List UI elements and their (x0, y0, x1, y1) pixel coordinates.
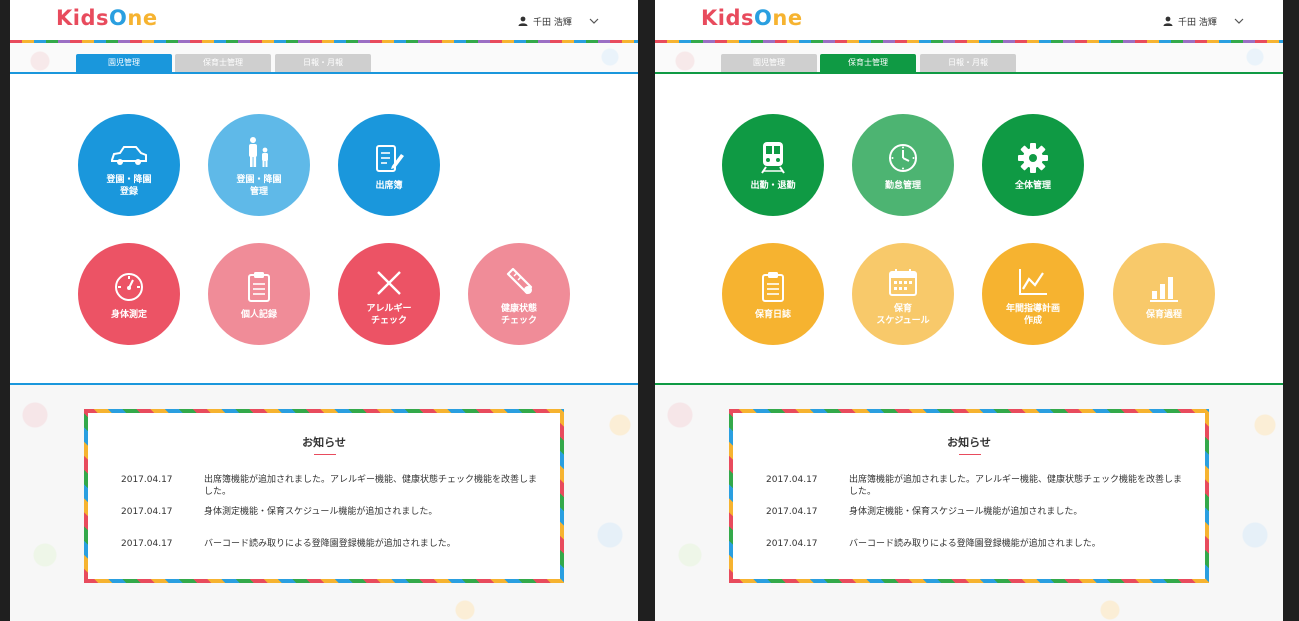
screen-childcare-management: KidsOne 千田 浩輝 園児管理 保育士管理 日報・月報 登園・降園 登録 … (10, 0, 638, 621)
tab-reports[interactable]: 日報・月報 (920, 54, 1016, 72)
news-box: お知らせ 2017.04.17 出席簿機能が追加されました。アレルギー機能、健康… (729, 409, 1209, 583)
news-title: お知らせ (947, 436, 991, 449)
button-label: 身体測定 (110, 310, 147, 320)
button-label: 健康状態 チェック (500, 304, 537, 326)
news-text: 出席簿機能が追加されました。アレルギー機能、健康状態チェック機能を改善しました。 (204, 475, 538, 497)
health-check-button[interactable]: 健康状態 チェック (468, 243, 570, 345)
clipboard-icon (760, 267, 786, 303)
parent-child-icon (244, 132, 274, 168)
car-icon (109, 132, 149, 168)
childcare-schedule-button[interactable]: 保育 スケジュール (852, 243, 954, 345)
button-label: 出勤・退勤 (750, 181, 796, 191)
news-text: バーコード読み取りによる登降園登録機能が追加されました。 (204, 539, 456, 549)
news-title-underline (959, 454, 981, 455)
cross-icon (375, 261, 403, 297)
news-title: お知らせ (302, 436, 346, 449)
news-date: 2017.04.17 (766, 539, 818, 549)
kidsone-logo[interactable]: KidsOne (56, 6, 158, 30)
news-text: 身体測定機能・保育スケジュール機能が追加されました。 (204, 507, 438, 517)
news-text: 出席簿機能が追加されました。アレルギー機能、健康状態チェック機能を改善しました。 (849, 475, 1183, 497)
clock-in-out-button[interactable]: 出勤・退勤 (722, 114, 824, 216)
annual-plan-button[interactable]: 年間指導計画 作成 (982, 243, 1084, 345)
childcare-diary-button[interactable]: 保育日誌 (722, 243, 824, 345)
screen-staff-management: KidsOne 千田 浩輝 園児管理 保育士管理 日報・月報 出勤・退勤 勤怠管… (655, 0, 1283, 621)
button-label: 全体管理 (1014, 181, 1051, 191)
tab-reports[interactable]: 日報・月報 (275, 54, 371, 72)
chevron-down-icon[interactable] (1234, 18, 1244, 24)
user-menu[interactable]: 千田 浩輝 (1163, 14, 1244, 28)
train-icon (760, 138, 786, 174)
news-date: 2017.04.17 (121, 539, 173, 549)
attendance-manage-button[interactable]: 勤怠管理 (852, 114, 954, 216)
tab-underline (655, 72, 1283, 74)
user-name: 千田 浩輝 (1178, 17, 1217, 28)
button-label: 保育日誌 (754, 310, 791, 320)
news-box: お知らせ 2017.04.17 出席簿機能が追加されました。アレルギー機能、健康… (84, 409, 564, 583)
news-title-underline (314, 454, 336, 455)
button-label: 保育 スケジュール (876, 304, 930, 326)
button-label: 年間指導計画 作成 (1005, 304, 1060, 326)
clipboard-icon (246, 267, 272, 303)
allergy-check-button[interactable]: アレルギー チェック (338, 243, 440, 345)
bar-chart-icon (1148, 267, 1180, 303)
button-label: 勤怠管理 (884, 181, 921, 191)
tab-staff[interactable]: 保育士管理 (175, 54, 271, 72)
button-label: 登園・降園 登録 (106, 175, 152, 197)
news-text: 身体測定機能・保育スケジュール機能が追加されました。 (849, 507, 1083, 517)
personal-record-button[interactable]: 個人記録 (208, 243, 310, 345)
line-chart-icon (1017, 261, 1049, 297)
tab-staff[interactable]: 保育士管理 (820, 54, 916, 72)
notebook-pen-icon (373, 138, 405, 174)
tab-children[interactable]: 園児管理 (721, 54, 817, 72)
news-date: 2017.04.17 (121, 475, 173, 485)
overall-manage-button[interactable]: 全体管理 (982, 114, 1084, 216)
gauge-icon (113, 267, 145, 303)
user-name: 千田 浩輝 (533, 17, 572, 28)
news-date: 2017.04.17 (766, 507, 818, 517)
user-icon (518, 16, 528, 26)
clock-icon (887, 138, 919, 174)
user-menu[interactable]: 千田 浩輝 (518, 14, 599, 28)
attendance-book-button[interactable]: 出席簿 (338, 114, 440, 216)
news-text: バーコード読み取りによる登降園登録機能が追加されました。 (849, 539, 1101, 549)
kidsone-logo[interactable]: KidsOne (701, 6, 803, 30)
button-label: アレルギー チェック (366, 304, 412, 326)
calendar-icon (888, 261, 918, 297)
header: KidsOne 千田 浩輝 (655, 0, 1283, 40)
header: KidsOne 千田 浩輝 (10, 0, 638, 40)
news-date: 2017.04.17 (121, 507, 173, 517)
button-label: 保育過程 (1145, 310, 1182, 320)
button-label: 出席簿 (375, 181, 403, 191)
thermometer-icon (503, 261, 535, 297)
checkin-manage-button[interactable]: 登園・降園 管理 (208, 114, 310, 216)
user-icon (1163, 16, 1173, 26)
body-measurement-button[interactable]: 身体測定 (78, 243, 180, 345)
button-label: 個人記録 (240, 310, 277, 320)
tab-underline (10, 72, 638, 74)
news-date: 2017.04.17 (766, 475, 818, 485)
tab-children[interactable]: 園児管理 (76, 54, 172, 72)
gear-icon (1017, 138, 1049, 174)
checkin-register-button[interactable]: 登園・降園 登録 (78, 114, 180, 216)
chevron-down-icon[interactable] (589, 18, 599, 24)
childcare-process-button[interactable]: 保育過程 (1113, 243, 1215, 345)
button-label: 登園・降園 管理 (236, 175, 282, 197)
